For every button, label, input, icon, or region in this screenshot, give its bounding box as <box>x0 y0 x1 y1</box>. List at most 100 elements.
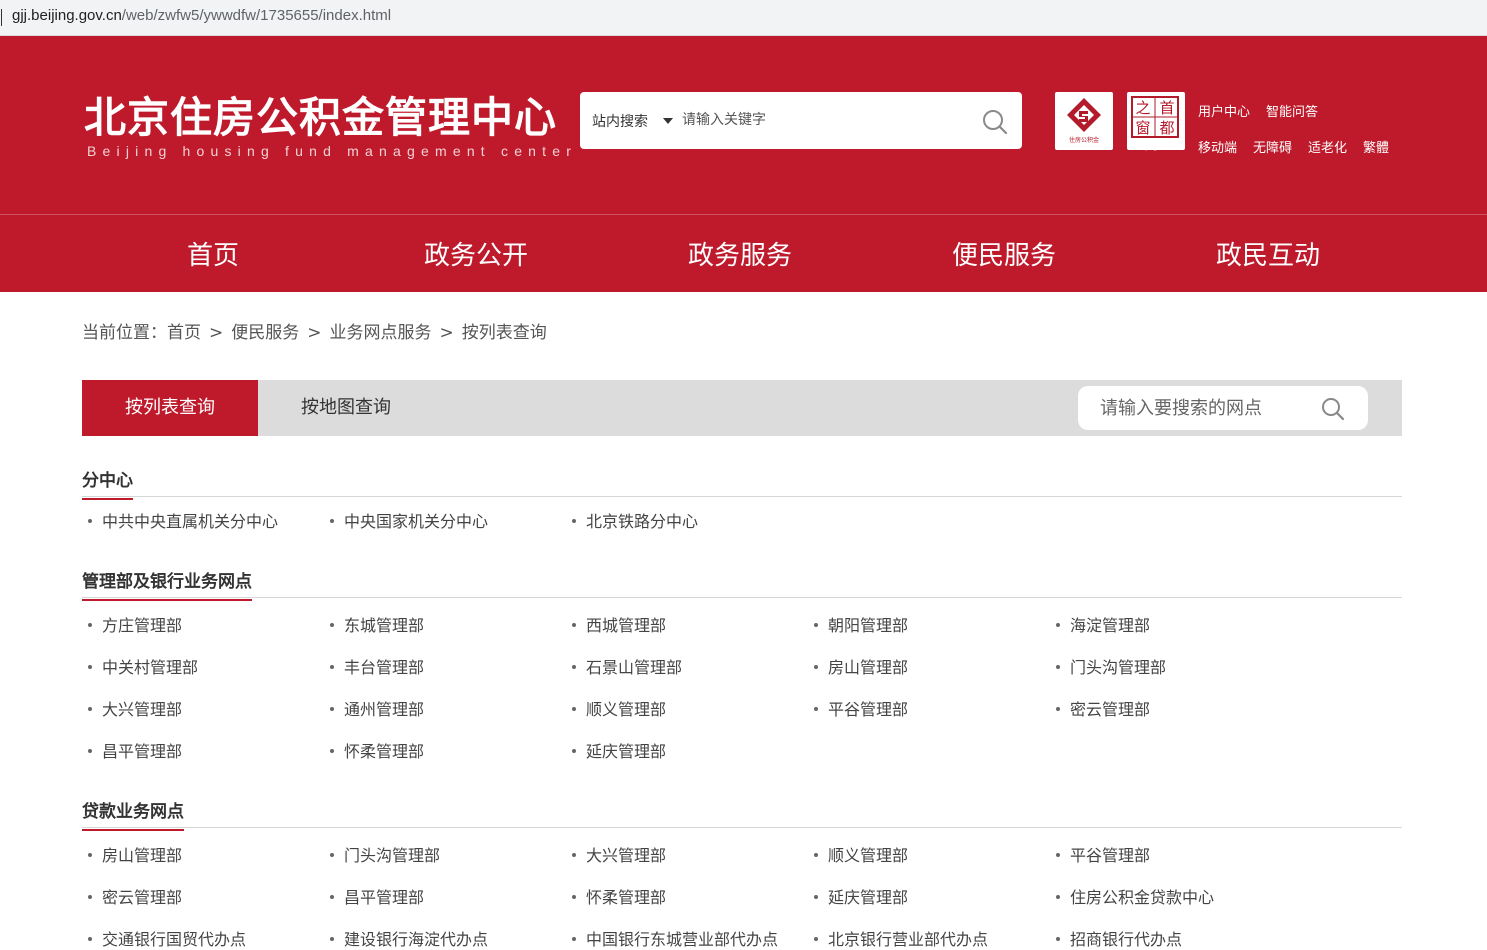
list-item[interactable]: 交通银行国贸代办点 <box>88 926 246 950</box>
search-scope-select[interactable]: 站内搜索 <box>592 111 648 131</box>
list-item[interactable]: 怀柔管理部 <box>572 884 666 908</box>
list-item[interactable]: 朝阳管理部 <box>814 612 908 636</box>
list-item-label: 招商银行代办点 <box>1070 930 1183 949</box>
list-item[interactable]: 顺义管理部 <box>814 842 908 866</box>
bullet-icon <box>330 852 334 857</box>
list-item-label: 平谷管理部 <box>828 700 909 719</box>
text-cursor <box>1 9 2 26</box>
site-search-input[interactable] <box>682 108 952 132</box>
list-item-label: 昌平管理部 <box>102 742 183 761</box>
list-item-label: 门头沟管理部 <box>344 846 441 865</box>
nav-government-affairs[interactable]: 政务公开 <box>424 235 528 272</box>
list-item[interactable]: 海淀管理部 <box>1056 612 1150 636</box>
list-item[interactable]: 昌平管理部 <box>88 738 182 762</box>
bullet-icon <box>330 664 334 669</box>
list-item-label: 密云管理部 <box>102 888 183 907</box>
list-item[interactable]: 大兴管理部 <box>88 696 182 720</box>
breadcrumb-separator: > <box>209 323 224 343</box>
outlet-search-input[interactable] <box>1100 396 1310 420</box>
nav-government-services[interactable]: 政务服务 <box>688 235 792 272</box>
site-search-box: 站内搜索 <box>580 92 1022 149</box>
link-elderly-mode[interactable]: 适老化 <box>1308 137 1347 156</box>
list-item[interactable]: 建设银行海淀代办点 <box>330 926 488 950</box>
list-item[interactable]: 北京银行营业部代办点 <box>814 926 988 950</box>
list-item[interactable]: 顺义管理部 <box>572 696 666 720</box>
list-item-label: 房山管理部 <box>828 658 909 677</box>
list-item[interactable]: 中共中央直属机关分中心 <box>88 508 278 532</box>
list-item-label: 通州管理部 <box>344 700 425 719</box>
bullet-icon <box>814 706 818 711</box>
list-item[interactable]: 门头沟管理部 <box>1056 654 1166 678</box>
list-item-label: 建设银行海淀代办点 <box>344 930 489 949</box>
main-nav: 首页 政务公开 政务服务 便民服务 政民互动 <box>0 214 1487 292</box>
bullet-icon <box>330 518 334 523</box>
search-icon[interactable] <box>980 107 1010 137</box>
site-header: 北京住房公积金管理中心 Beijing housing fund managem… <box>0 36 1487 214</box>
bullet-icon <box>814 622 818 627</box>
bullet-icon <box>330 894 334 899</box>
breadcrumb-home[interactable]: 首页 <box>167 323 201 343</box>
list-item[interactable]: 密云管理部 <box>1056 696 1150 720</box>
list-item[interactable]: 怀柔管理部 <box>330 738 424 762</box>
nav-public-services[interactable]: 便民服务 <box>952 235 1056 272</box>
list-item[interactable]: 住房公积金贷款中心 <box>1056 884 1214 908</box>
list-item[interactable]: 大兴管理部 <box>572 842 666 866</box>
list-item-label: 石景山管理部 <box>586 658 683 677</box>
list-item-label: 北京银行营业部代办点 <box>828 930 989 949</box>
tab-map-query[interactable]: 按地图查询 <box>258 380 434 436</box>
bullet-icon <box>1056 622 1060 627</box>
nav-interaction[interactable]: 政民互动 <box>1216 235 1320 272</box>
bullet-icon <box>572 706 576 711</box>
list-item[interactable]: 平谷管理部 <box>814 696 908 720</box>
breadcrumb-outlet-services[interactable]: 业务网点服务 <box>330 323 432 343</box>
bullet-icon <box>88 622 92 627</box>
link-accessibility[interactable]: 无障碍 <box>1253 137 1292 156</box>
list-item[interactable]: 丰台管理部 <box>330 654 424 678</box>
list-item[interactable]: 西城管理部 <box>572 612 666 636</box>
browser-address-bar[interactable]: gjj.beijing.gov.cn/web/zwfw5/ywwdfw/1735… <box>0 0 1487 36</box>
housing-fund-emblem[interactable]: 住房公积金 <box>1055 92 1113 150</box>
breadcrumb-public-services[interactable]: 便民服务 <box>231 323 299 343</box>
link-traditional-chinese[interactable]: 繁體 <box>1363 137 1389 156</box>
site-logo-title[interactable]: 北京住房公积金管理中心 <box>84 84 557 145</box>
bullet-icon <box>572 852 576 857</box>
bullet-icon <box>88 936 92 941</box>
list-item[interactable]: 房山管理部 <box>88 842 182 866</box>
list-item-label: 海淀管理部 <box>1070 616 1151 635</box>
list-item[interactable]: 石景山管理部 <box>572 654 682 678</box>
seal-char-4: 都 <box>1159 119 1174 137</box>
chevron-down-icon[interactable] <box>663 118 673 124</box>
list-item[interactable]: 方庄管理部 <box>88 612 182 636</box>
link-user-center[interactable]: 用户中心 <box>1198 101 1250 120</box>
list-item[interactable]: 密云管理部 <box>88 884 182 908</box>
list-item[interactable]: 平谷管理部 <box>1056 842 1150 866</box>
list-item[interactable]: 门头沟管理部 <box>330 842 440 866</box>
bullet-icon <box>88 518 92 523</box>
list-item[interactable]: 招商银行代办点 <box>1056 926 1182 950</box>
list-item-label: 交通银行国贸代办点 <box>102 930 247 949</box>
list-item[interactable]: 北京铁路分中心 <box>572 508 698 532</box>
list-item[interactable]: 中关村管理部 <box>88 654 198 678</box>
list-item-label: 北京铁路分中心 <box>586 512 699 531</box>
url-text[interactable]: gjj.beijing.gov.cn/web/zwfw5/ywwdfw/1735… <box>12 7 391 24</box>
list-item[interactable]: 东城管理部 <box>330 612 424 636</box>
link-smart-qa[interactable]: 智能问答 <box>1266 101 1318 120</box>
seal-char-3: 窗 <box>1135 119 1150 137</box>
tab-list-query[interactable]: 按列表查询 <box>82 380 258 436</box>
url-path: /web/zwfw5/ywwdfw/1735655/index.html <box>121 7 392 24</box>
list-item[interactable]: 房山管理部 <box>814 654 908 678</box>
list-item[interactable]: 中国银行东城营业部代办点 <box>572 926 778 950</box>
bullet-icon <box>1056 852 1060 857</box>
search-icon[interactable] <box>1320 396 1346 422</box>
bullet-icon <box>1056 894 1060 899</box>
list-item[interactable]: 延庆管理部 <box>572 738 666 762</box>
query-tab-bar: 按列表查询 按地图查询 <box>82 380 1402 436</box>
list-item[interactable]: 中央国家机关分中心 <box>330 508 488 532</box>
list-item[interactable]: 延庆管理部 <box>814 884 908 908</box>
list-item[interactable]: 昌平管理部 <box>330 884 424 908</box>
bullet-icon <box>1056 706 1060 711</box>
link-mobile[interactable]: 移动端 <box>1198 137 1237 156</box>
nav-home[interactable]: 首页 <box>187 235 239 272</box>
capital-window-emblem[interactable]: 之 首 窗 都 Beijing-China <box>1127 92 1185 151</box>
list-item[interactable]: 通州管理部 <box>330 696 424 720</box>
